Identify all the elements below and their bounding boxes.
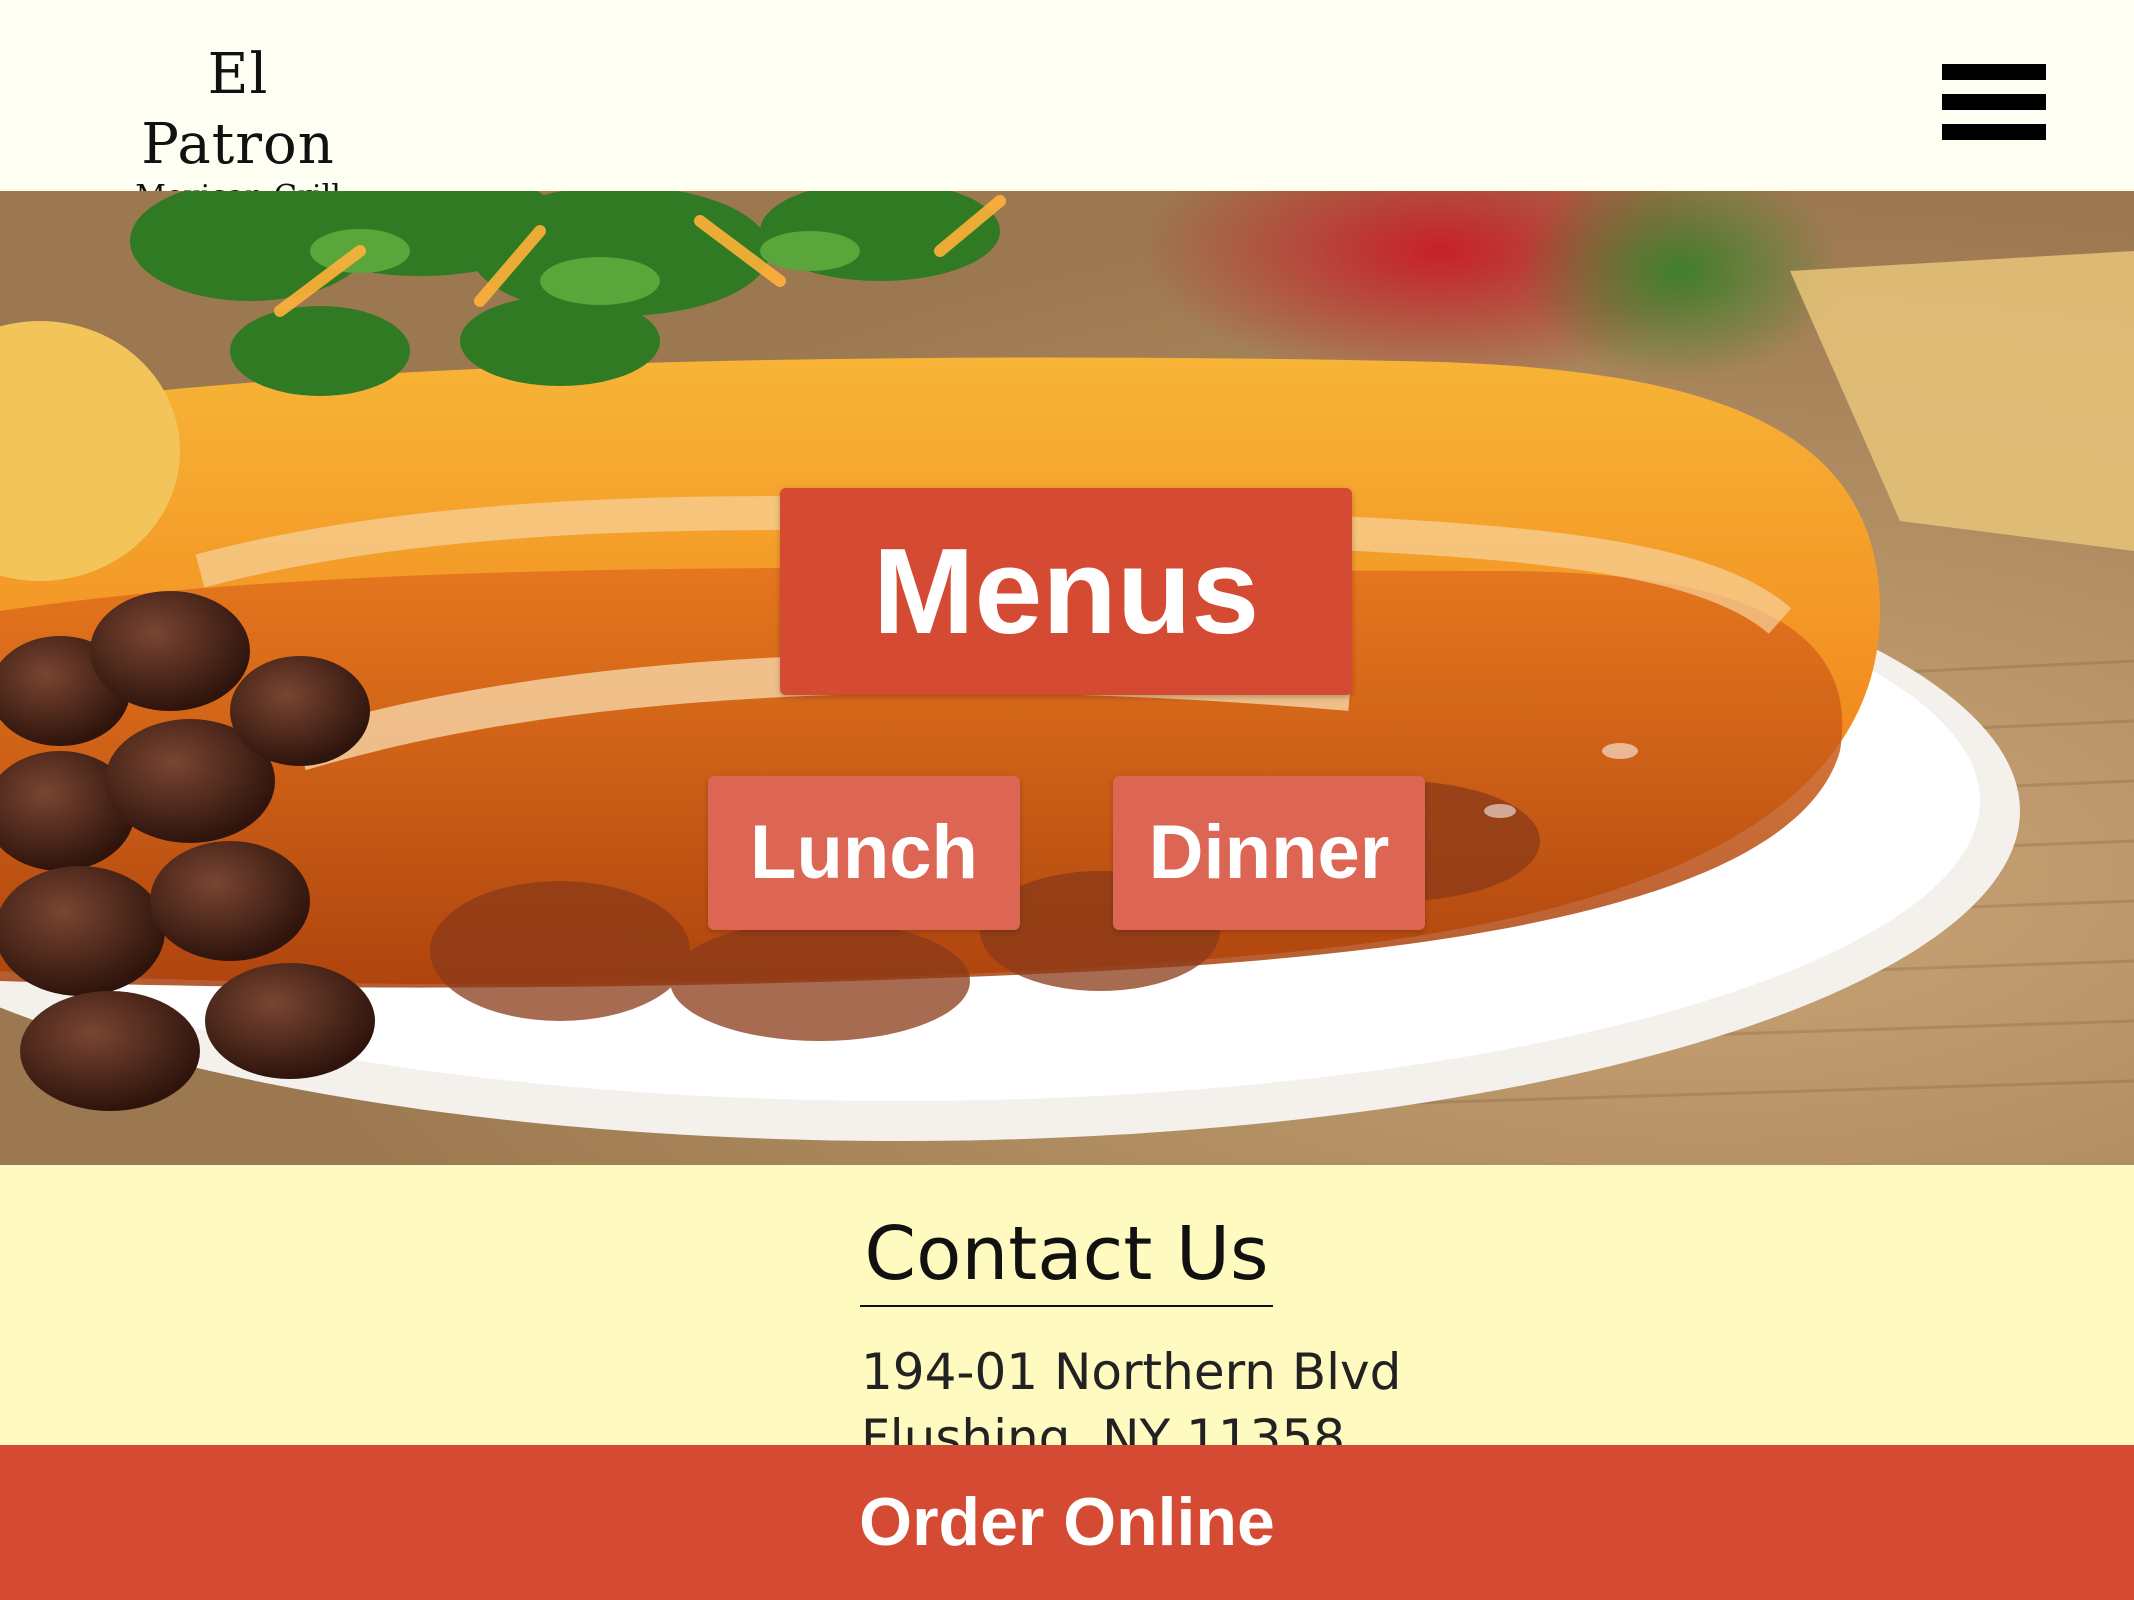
- hamburger-bar: [1942, 64, 2046, 80]
- contact-section: Contact Us 194-01 Northern Blvd Flushing…: [0, 1165, 2134, 1467]
- menus-button[interactable]: Menus: [780, 488, 1352, 695]
- dinner-menu-button[interactable]: Dinner: [1113, 776, 1425, 930]
- order-online-label: Order Online: [859, 1484, 1275, 1560]
- brand-name: El Patron: [141, 42, 335, 177]
- hamburger-menu-icon[interactable]: [1942, 64, 2046, 140]
- hamburger-bar: [1942, 94, 2046, 110]
- lunch-menu-button[interactable]: Lunch: [708, 776, 1020, 930]
- address-line-1: 194-01 Northern Blvd: [861, 1343, 1402, 1401]
- order-online-button[interactable]: Order Online: [0, 1445, 2134, 1600]
- contact-heading: Contact Us: [860, 1209, 1273, 1307]
- brand-logo[interactable]: El Patron Mexican Grill: [108, 40, 368, 216]
- hamburger-bar: [1942, 124, 2046, 140]
- site-header: El Patron Mexican Grill: [0, 0, 2134, 214]
- hero-section: Menus Lunch Dinner: [0, 191, 2134, 1165]
